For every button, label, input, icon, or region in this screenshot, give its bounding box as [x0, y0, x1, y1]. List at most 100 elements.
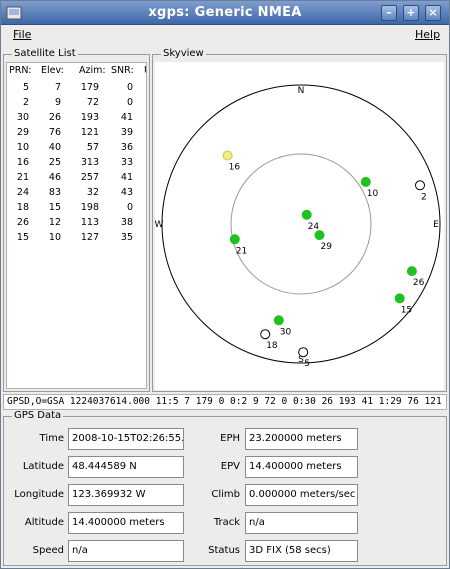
- title-bar[interactable]: xgps: Generic NMEA – + ×: [1, 1, 449, 25]
- prn-cell: 15: [16, 232, 29, 243]
- nmea-status-line: GPSD,O=GSA 1224037614.000 11:5 7 179 0 0…: [3, 394, 447, 410]
- climb-label: Climb: [211, 489, 240, 500]
- azim-cell: 32: [86, 187, 99, 198]
- latitude-label: Latitude: [22, 461, 64, 472]
- speed-field[interactable]: n/a: [68, 540, 184, 562]
- satellite-mark: [298, 347, 309, 358]
- satellite-label: 5: [304, 359, 310, 369]
- time-field[interactable]: 2008-10-15T02:26:55.: [68, 428, 184, 450]
- satellite-mark: [394, 293, 405, 304]
- elev-cell: 25: [48, 157, 61, 168]
- satellite-label: 2: [421, 192, 427, 202]
- longitude-field[interactable]: 123.369932 W: [68, 484, 184, 506]
- snr-cell: 36: [120, 142, 133, 153]
- satellite-mark: [406, 266, 417, 277]
- satellite-mark: [314, 230, 325, 241]
- header-elev: Elev:: [41, 65, 64, 76]
- prn-cell: 26: [16, 217, 29, 228]
- elev-cell: 46: [48, 172, 61, 183]
- menu-help[interactable]: Help: [415, 28, 440, 41]
- satellite-list[interactable]: PRN: Elev: Azim: SNR: U 5717902972030261…: [6, 62, 147, 389]
- speed-label: Speed: [32, 545, 64, 556]
- azim-cell: 257: [80, 172, 99, 183]
- status-field[interactable]: 3D FIX (58 secs): [245, 540, 358, 562]
- satellite-mark: [360, 176, 371, 187]
- satellite-label: 10: [367, 189, 379, 199]
- gps-data-title: GPS Data: [12, 410, 64, 422]
- altitude-label: Altitude: [24, 517, 64, 528]
- prn-cell: 30: [16, 112, 29, 123]
- azim-cell: 121: [80, 127, 99, 138]
- satellite-list-title: Satellite List: [12, 48, 78, 60]
- azim-cell: 193: [80, 112, 99, 123]
- status-label: Status: [208, 545, 240, 556]
- azim-cell: 198: [80, 202, 99, 213]
- snr-cell: 0: [126, 97, 133, 108]
- header-used: U: [144, 65, 146, 76]
- header-snr: SNR:: [111, 65, 134, 76]
- azim-cell: 127: [80, 232, 99, 243]
- prn-cell: 16: [16, 157, 29, 168]
- menu-bar: File Help: [1, 25, 449, 45]
- azim-cell: 72: [86, 97, 99, 108]
- header-prn: PRN:: [9, 65, 32, 76]
- compass-west: W: [155, 220, 164, 230]
- skyview-title: Skyview: [161, 48, 206, 60]
- elev-cell: 40: [48, 142, 61, 153]
- skyview-plot: N S E W 52302910162124182615: [155, 62, 444, 390]
- satellite-mark: [301, 209, 312, 220]
- snr-cell: 35: [120, 232, 133, 243]
- time-label: Time: [39, 433, 64, 444]
- snr-cell: 41: [120, 172, 133, 183]
- satellite-mark: [415, 180, 425, 191]
- azim-cell: 113: [80, 217, 99, 228]
- satellite-mark: [260, 329, 271, 340]
- satellite-label: 15: [401, 305, 412, 315]
- elev-cell: 9: [54, 97, 61, 108]
- prn-cell: 5: [22, 82, 29, 93]
- eph-field[interactable]: 23.200000 meters: [245, 428, 358, 450]
- compass-east: E: [433, 220, 439, 230]
- prn-cell: 18: [16, 202, 29, 213]
- prn-cell: 21: [16, 172, 29, 183]
- snr-cell: 39: [120, 127, 133, 138]
- satellite-mark: [273, 315, 284, 326]
- azim-cell: 179: [80, 82, 99, 93]
- epv-field[interactable]: 14.400000 meters: [245, 456, 358, 478]
- snr-cell: 38: [120, 217, 133, 228]
- satellite-label: 16: [229, 163, 241, 173]
- close-icon[interactable]: ×: [425, 5, 441, 21]
- minimize-icon[interactable]: –: [381, 5, 397, 21]
- azim-cell: 313: [80, 157, 99, 168]
- satellite-list-panel: Satellite List PRN: Elev: Azim: SNR: U 5…: [3, 48, 150, 392]
- epv-label: EPV: [220, 461, 240, 472]
- eph-label: EPH: [220, 433, 240, 444]
- xgps-window: xgps: Generic NMEA – + × File Help Satel…: [0, 0, 450, 569]
- latitude-field[interactable]: 48.444589 N: [68, 456, 184, 478]
- snr-cell: 0: [126, 202, 133, 213]
- prn-cell: 2: [22, 97, 29, 108]
- satellite-label: 18: [266, 341, 278, 351]
- menu-file[interactable]: File: [13, 28, 31, 41]
- header-azim: Azim:: [79, 65, 106, 76]
- track-label: Track: [213, 517, 240, 528]
- satellite-label: 29: [321, 242, 333, 252]
- snr-cell: 43: [120, 187, 133, 198]
- prn-cell: 24: [16, 187, 29, 198]
- elev-cell: 15: [48, 202, 61, 213]
- satellite-mark: [229, 234, 240, 245]
- snr-cell: 41: [120, 112, 133, 123]
- climb-field[interactable]: 0.000000 meters/sec: [245, 484, 358, 506]
- elev-cell: 10: [48, 232, 61, 243]
- elev-cell: 26: [48, 112, 61, 123]
- gps-data-panel: GPS Data Time 2008-10-15T02:26:55. Latit…: [3, 410, 447, 566]
- longitude-label: Longitude: [14, 489, 64, 500]
- track-field[interactable]: n/a: [245, 512, 358, 534]
- compass-north: N: [298, 86, 305, 96]
- snr-cell: 33: [120, 157, 133, 168]
- satellite-label: 21: [236, 246, 247, 256]
- altitude-field[interactable]: 14.400000 meters: [68, 512, 184, 534]
- maximize-icon[interactable]: +: [403, 5, 419, 21]
- satellite-mark: [222, 150, 233, 161]
- satellite-label: 24: [308, 222, 320, 232]
